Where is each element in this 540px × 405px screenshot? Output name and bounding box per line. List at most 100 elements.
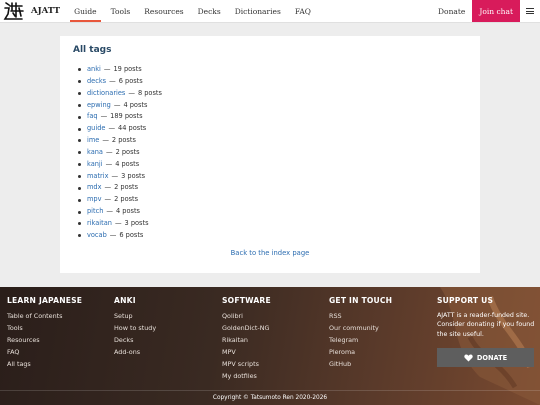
footer-link[interactable]: MPV	[222, 347, 271, 359]
tag-post-count: 3 posts	[121, 171, 146, 180]
tag-separator: —	[109, 76, 116, 85]
tag-link[interactable]: epwing	[87, 100, 111, 112]
tag-link[interactable]: mdx	[87, 182, 102, 194]
tag-separator: —	[105, 147, 113, 156]
nav-link-resources[interactable]: Resources	[137, 0, 190, 22]
donate-button[interactable]: DONATE	[437, 348, 534, 368]
site-name: AJATT	[31, 6, 61, 16]
tag-link[interactable]: dictionaries	[87, 88, 125, 100]
footer-col-software: SOFTWARE Qolibri GoldenDict-NG Rikaitan …	[222, 296, 271, 382]
footer-heading-contact: GET IN TOUCH	[329, 296, 393, 305]
bullet-icon	[78, 175, 81, 179]
tag-separator: —	[104, 183, 112, 192]
tag-link[interactable]: ime	[87, 135, 99, 147]
tag-post-count: 19 posts	[113, 65, 142, 73]
tag-list-item: kanji —4 posts	[78, 159, 162, 171]
footer-link[interactable]: MPV scripts	[222, 359, 271, 371]
tag-list-item: anki —19 posts	[78, 64, 162, 76]
tag-separator: —	[111, 171, 119, 180]
tag-link[interactable]: kana	[87, 147, 103, 159]
tag-list-item: ime —2 posts	[78, 135, 162, 147]
tag-separator: —	[113, 100, 121, 109]
tag-post-count: 3 posts	[124, 218, 149, 227]
menu-button[interactable]	[520, 0, 540, 22]
tag-post-count: 2 posts	[111, 136, 136, 145]
site-logo[interactable]: AJATT	[0, 0, 67, 22]
bullet-icon	[78, 151, 81, 155]
nav-link-decks[interactable]: Decks	[191, 0, 228, 22]
back-to-index-link[interactable]: Back to the index page	[60, 249, 480, 257]
footer-link[interactable]: All tags	[7, 359, 82, 371]
footer-link[interactable]: GitHub	[329, 359, 392, 371]
footer-col-learn: LEARN JAPANESE Table of Contents Tools R…	[7, 296, 82, 371]
footer-link[interactable]: Table of Contents	[7, 311, 82, 323]
tag-link[interactable]: pitch	[87, 206, 103, 218]
join-chat-button[interactable]: Join chat	[472, 0, 520, 22]
tag-separator: —	[108, 124, 116, 133]
tag-post-count: 189 posts	[110, 112, 143, 121]
copyright-text: Copyright © Tatsumoto Ren 2020-2026	[0, 390, 540, 401]
tag-list-item: kana —2 posts	[78, 147, 162, 159]
tag-list-item: dictionaries —8 posts	[78, 88, 162, 100]
tag-post-count: 4 posts	[115, 159, 140, 168]
nav-link-faq[interactable]: FAQ	[288, 0, 318, 22]
nav-link-guide[interactable]: Guide	[67, 0, 103, 22]
bullet-icon	[78, 80, 81, 84]
tag-list: anki —19 posts decks —6 posts dictionaries —8…	[78, 64, 162, 242]
bullet-icon	[78, 139, 81, 143]
page-title: All tags	[73, 45, 112, 55]
footer-heading-software: SOFTWARE	[222, 296, 271, 305]
bullet-icon	[78, 198, 81, 202]
tag-separator: —	[100, 112, 108, 121]
tag-link[interactable]: vocab	[87, 230, 107, 242]
footer-link[interactable]: FAQ	[7, 347, 82, 359]
footer-link[interactable]: Tools	[7, 323, 82, 335]
footer-link[interactable]: Setup	[114, 311, 156, 323]
tag-link[interactable]: matrix	[87, 171, 109, 183]
tag-list-item: epwing —4 posts	[78, 100, 162, 112]
tag-link[interactable]: anki	[87, 64, 101, 76]
footer-link[interactable]: Rikaitan	[222, 335, 271, 347]
footer-link[interactable]: How to study	[114, 323, 156, 335]
footer-heading-support: SUPPORT US	[437, 296, 494, 305]
tag-list-item: guide —44 posts	[78, 123, 162, 135]
tag-link[interactable]: faq	[87, 111, 98, 123]
footer-link[interactable]: Decks	[114, 335, 156, 347]
heart-icon	[464, 354, 473, 362]
footer-link[interactable]: Add-ons	[114, 347, 156, 359]
footer-heading-anki: ANKI	[114, 296, 136, 305]
tag-link[interactable]: decks	[87, 76, 106, 88]
tag-post-count: 6 posts	[119, 230, 144, 239]
donate-button-label: DONATE	[476, 353, 508, 362]
footer-link[interactable]: GoldenDict-NG	[222, 323, 271, 335]
site-footer: LEARN JAPANESE Table of Contents Tools R…	[0, 287, 540, 405]
tag-separator: —	[102, 136, 109, 145]
tag-separator: —	[106, 207, 114, 216]
tag-list-item: matrix —3 posts	[78, 171, 162, 183]
footer-col-anki: ANKI Setup How to study Decks Add-ons	[114, 296, 156, 359]
tag-list-item: mpv —2 posts	[78, 194, 162, 206]
footer-link[interactable]: Qolibri	[222, 311, 271, 323]
top-navbar: AJATT Guide Tools Resources Decks Dictio…	[0, 0, 540, 23]
bullet-icon	[78, 68, 81, 72]
tag-link[interactable]: rikaitan	[87, 218, 112, 230]
tag-list-item: mdx —2 posts	[78, 182, 162, 194]
footer-link[interactable]: Resources	[7, 335, 82, 347]
hamburger-icon	[526, 8, 534, 14]
footer-link[interactable]: Telegram	[329, 335, 392, 347]
footer-link[interactable]: RSS	[329, 311, 392, 323]
footer-heading-learn: LEARN JAPANESE	[7, 296, 83, 305]
tag-link[interactable]: mpv	[87, 194, 102, 206]
bullet-icon	[78, 92, 81, 96]
footer-link[interactable]: Pleroma	[329, 347, 392, 359]
footer-link[interactable]: My dotfiles	[222, 371, 271, 383]
tag-list-item: pitch —4 posts	[78, 206, 162, 218]
tag-link[interactable]: guide	[87, 123, 105, 135]
tag-link[interactable]: kanji	[87, 159, 103, 171]
nav-donate-link[interactable]: Donate	[431, 0, 472, 22]
tag-separator: —	[114, 218, 122, 227]
nav-link-tools[interactable]: Tools	[104, 0, 138, 22]
nav-link-dictionaries[interactable]: Dictionaries	[228, 0, 288, 22]
footer-link[interactable]: Our community	[329, 323, 392, 335]
tag-post-count: 4 posts	[116, 207, 140, 216]
